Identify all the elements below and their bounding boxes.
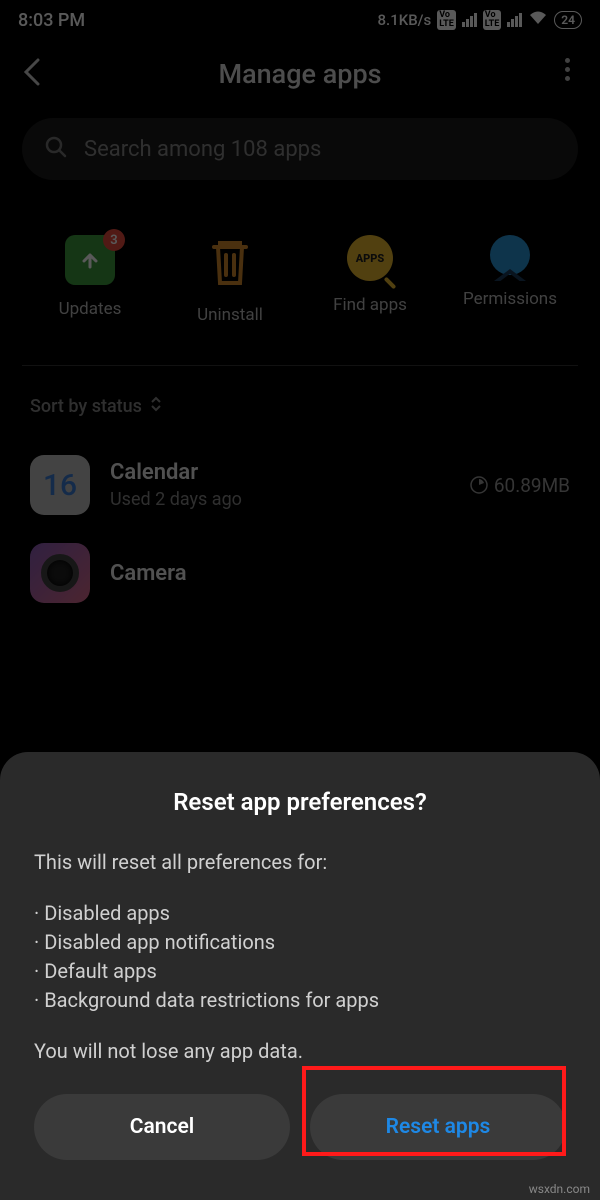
divider bbox=[22, 365, 578, 366]
search-placeholder: Search among 108 apps bbox=[84, 137, 321, 162]
updates-badge: 3 bbox=[103, 229, 125, 251]
dialog-intro: This will reset all preferences for: bbox=[34, 848, 566, 877]
shortcut-uninstall[interactable]: Uninstall bbox=[170, 235, 290, 325]
dialog-title: Reset app preferences? bbox=[34, 788, 566, 816]
shortcut-findapps[interactable]: APPS Find apps bbox=[310, 235, 430, 325]
trash-icon bbox=[206, 235, 254, 291]
shortcut-permissions[interactable]: Permissions bbox=[450, 235, 570, 325]
shortcuts-row: 3 Updates Uninstall APPS Find apps Permi… bbox=[0, 180, 600, 355]
network-speed: 8.1KB/s bbox=[378, 11, 432, 29]
wifi-icon bbox=[528, 10, 548, 30]
dialog-list-item: Disabled app notifications bbox=[34, 928, 566, 957]
status-time: 8:03 PM bbox=[18, 10, 85, 31]
dialog-list-item: Disabled apps bbox=[34, 899, 566, 928]
app-name: Calendar bbox=[110, 460, 450, 485]
header: Manage apps bbox=[0, 40, 600, 108]
watermark: wsxdn.com bbox=[529, 1182, 590, 1196]
dialog-body: This will reset all preferences for: Dis… bbox=[34, 848, 566, 1066]
findapps-icon: APPS bbox=[347, 235, 393, 281]
dialog-list: Disabled apps Disabled app notifications… bbox=[34, 899, 566, 1015]
shortcut-label: Updates bbox=[59, 299, 122, 319]
camera-app-icon bbox=[30, 543, 90, 603]
signal-icon-1 bbox=[462, 13, 477, 27]
status-bar: 8:03 PM 8.1KB/s VoLTE VoLTE 24 bbox=[0, 0, 600, 40]
shortcut-updates[interactable]: 3 Updates bbox=[30, 235, 150, 325]
app-name: Camera bbox=[110, 561, 570, 586]
status-right: 8.1KB/s VoLTE VoLTE 24 bbox=[378, 10, 583, 30]
reset-preferences-dialog: Reset app preferences? This will reset a… bbox=[0, 752, 600, 1200]
sort-label: Sort by status bbox=[30, 396, 142, 417]
volte-icon: VoLTE bbox=[437, 10, 456, 30]
permissions-icon bbox=[490, 235, 530, 275]
app-row-camera[interactable]: Camera bbox=[0, 529, 600, 617]
cancel-button[interactable]: Cancel bbox=[34, 1094, 290, 1160]
back-icon[interactable] bbox=[22, 58, 44, 90]
search-icon bbox=[44, 135, 68, 163]
app-row-calendar[interactable]: 16 Calendar Used 2 days ago 60.89MB bbox=[0, 441, 600, 529]
volte-icon-2: VoLTE bbox=[483, 10, 502, 30]
calendar-app-icon: 16 bbox=[30, 455, 90, 515]
battery-icon: 24 bbox=[554, 11, 582, 29]
shortcut-label: Find apps bbox=[333, 295, 407, 315]
sort-chevron-icon bbox=[150, 396, 162, 417]
shortcut-label: Uninstall bbox=[197, 305, 263, 325]
storage-icon bbox=[470, 476, 488, 494]
dialog-list-item: Default apps bbox=[34, 957, 566, 986]
reset-apps-button[interactable]: Reset apps bbox=[310, 1094, 566, 1160]
app-sub: Used 2 days ago bbox=[110, 489, 450, 510]
app-size: 60.89MB bbox=[470, 474, 570, 497]
more-icon[interactable] bbox=[565, 58, 570, 81]
dialog-list-item: Background data restrictions for apps bbox=[34, 986, 566, 1015]
shortcut-label: Permissions bbox=[463, 289, 557, 309]
signal-icon-2 bbox=[507, 13, 522, 27]
sort-selector[interactable]: Sort by status bbox=[0, 396, 600, 441]
search-input[interactable]: Search among 108 apps bbox=[22, 118, 578, 180]
page-title: Manage apps bbox=[0, 58, 600, 90]
dialog-outro: You will not lose any app data. bbox=[34, 1037, 566, 1066]
